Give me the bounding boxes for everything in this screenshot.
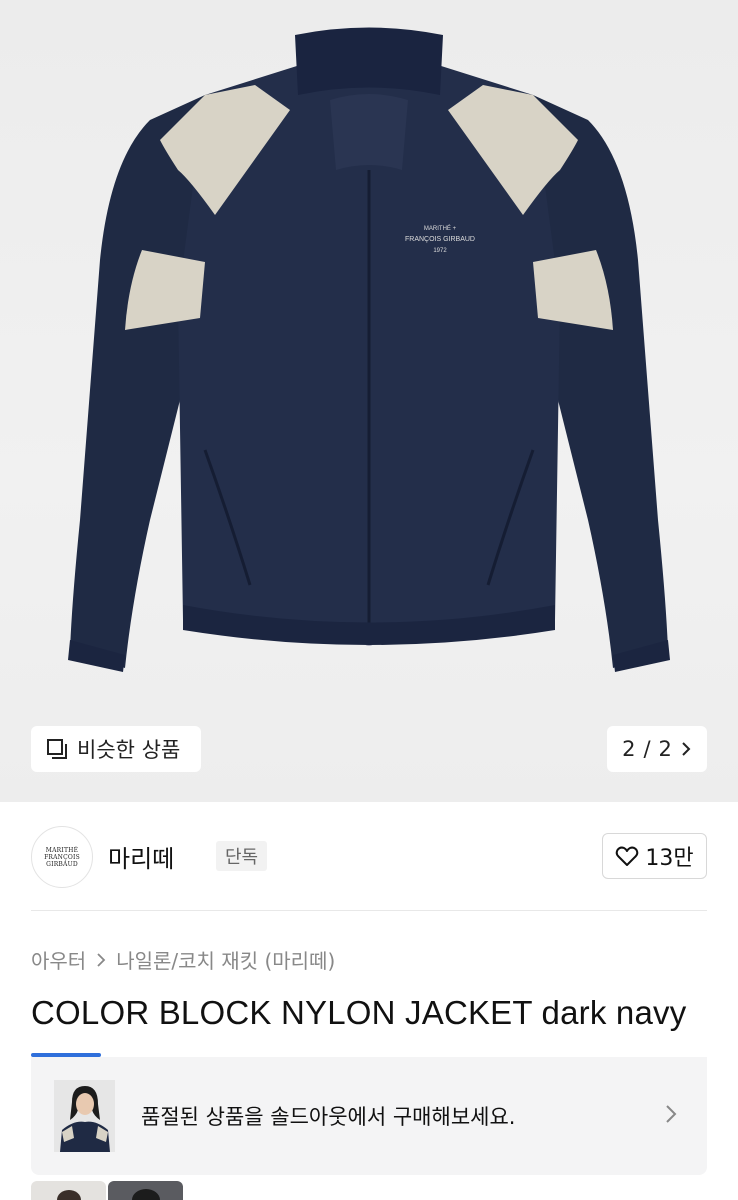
similar-products-icon (47, 739, 67, 759)
soldout-banner[interactable]: 품절된 상품을 솔드아웃에서 구매해보세요. (31, 1057, 707, 1175)
similar-products-button[interactable]: 비슷한 상품 (31, 726, 201, 772)
chest-print-line2: FRANÇOIS GIRBAUD (405, 236, 475, 243)
product-title: COLOR BLOCK NYLON JACKET dark navy (31, 994, 687, 1031)
heart-icon (616, 846, 639, 866)
divider (31, 910, 707, 911)
breadcrumb-level2[interactable]: 나일론/코치 재킷 (마리떼) (116, 945, 335, 974)
chevron-right-icon (666, 1105, 677, 1123)
chest-print-line3: 1972 (433, 248, 447, 254)
product-image-gallery[interactable]: MARITHÉ + FRANÇOIS GIRBAUD 1972 비슷한 상품 2… (0, 0, 738, 802)
related-thumbnails (31, 1181, 183, 1200)
brand-row: MARITHÉ FRANÇOIS GIRBAUD 마리떼 단독 13만 (31, 826, 707, 888)
similar-products-label: 비슷한 상품 (77, 738, 181, 762)
chevron-right-icon (97, 952, 106, 967)
product-image: MARITHÉ + FRANÇOIS GIRBAUD 1972 (68, 27, 670, 672)
breadcrumb: 아우터 나일론/코치 재킷 (마리떼) (31, 945, 335, 974)
soldout-banner-text: 품절된 상품을 솔드아웃에서 구매해보세요. (141, 1105, 516, 1129)
brand-logo-line1: MARITHÉ (45, 846, 79, 854)
brand-name[interactable]: 마리떼 (108, 839, 174, 874)
brand-logo-line3: GIRBAUD (46, 860, 78, 868)
pager-total: 2 (658, 737, 672, 761)
soldout-model-thumbnail (54, 1080, 115, 1152)
like-count: 13만 (645, 846, 694, 871)
related-thumbnail[interactable] (108, 1181, 183, 1200)
image-pager[interactable]: 2 / 2 (607, 726, 707, 772)
pager-current: 2 (622, 737, 636, 761)
chevron-right-icon (682, 742, 691, 756)
breadcrumb-level1[interactable]: 아우터 (31, 945, 86, 974)
related-thumbnail[interactable] (31, 1181, 106, 1200)
brand-logo[interactable]: MARITHÉ FRANÇOIS GIRBAUD (31, 826, 93, 888)
like-button[interactable]: 13만 (602, 833, 707, 879)
pager-separator: / (643, 737, 651, 761)
brand-logo-line2: FRANÇOIS (44, 853, 80, 861)
chest-print-line1: MARITHÉ + (424, 225, 457, 232)
exclusive-badge: 단독 (216, 841, 268, 871)
